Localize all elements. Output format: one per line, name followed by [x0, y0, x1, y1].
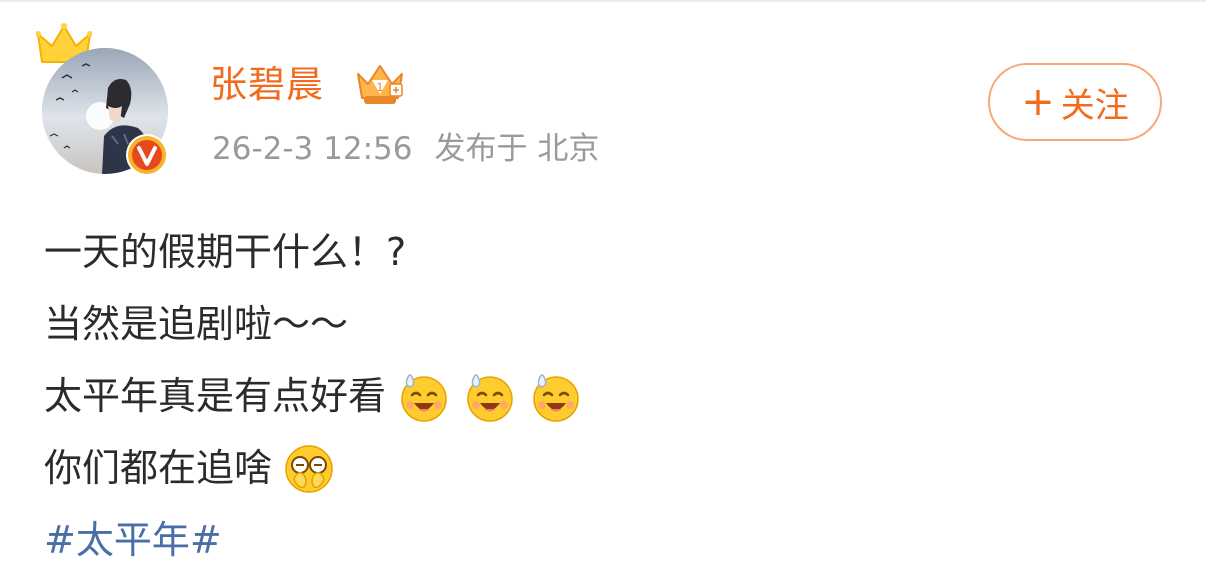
verified-v-icon: [126, 134, 168, 176]
follow-label: 关注: [1060, 85, 1129, 126]
location-prefix: 发布于: [434, 131, 528, 167]
post-location: 北京: [537, 131, 600, 167]
post-time: 26-2-3 12:56: [212, 131, 413, 167]
post-meta: 26-2-3 12:56 发布于 北京: [212, 128, 599, 170]
follow-button[interactable]: + 关注: [988, 63, 1162, 141]
post-line: 太平年真是有点好看: [44, 360, 584, 432]
hashtag-link[interactable]: #太平年#: [44, 512, 222, 568]
post-body: 一天的假期干什么！? 当然是追剧啦～～ 太平年真是有点好看 你们都在追啥 #太平…: [44, 216, 584, 576]
post-line: 当然是追剧啦～～: [44, 288, 584, 360]
sweat-smile-emoji: [526, 367, 584, 425]
author-name[interactable]: 张碧晨: [210, 60, 324, 110]
post-line-text: 太平年真是有点好看: [44, 374, 387, 418]
post-line-text: 一天的假期干什么！?: [44, 230, 407, 274]
sweat-smile-emoji: [394, 367, 452, 425]
post-line: 你们都在追啥: [44, 432, 584, 504]
top-divider: [0, 0, 1206, 2]
plus-icon: +: [1021, 79, 1055, 125]
post-line: #太平年#: [44, 504, 584, 576]
sweat-smile-emoji: [460, 367, 518, 425]
post-line: 一天的假期干什么！?: [44, 216, 584, 288]
svg-text:1: 1: [377, 81, 384, 94]
post-line-text: 当然是追剧啦～～: [44, 302, 349, 346]
vip-member-crown-icon[interactable]: 1: [352, 62, 408, 108]
post-line-text: 你们都在追啥: [44, 446, 273, 490]
cover-face-emoji: [280, 439, 338, 497]
author-avatar-block[interactable]: [36, 22, 186, 182]
